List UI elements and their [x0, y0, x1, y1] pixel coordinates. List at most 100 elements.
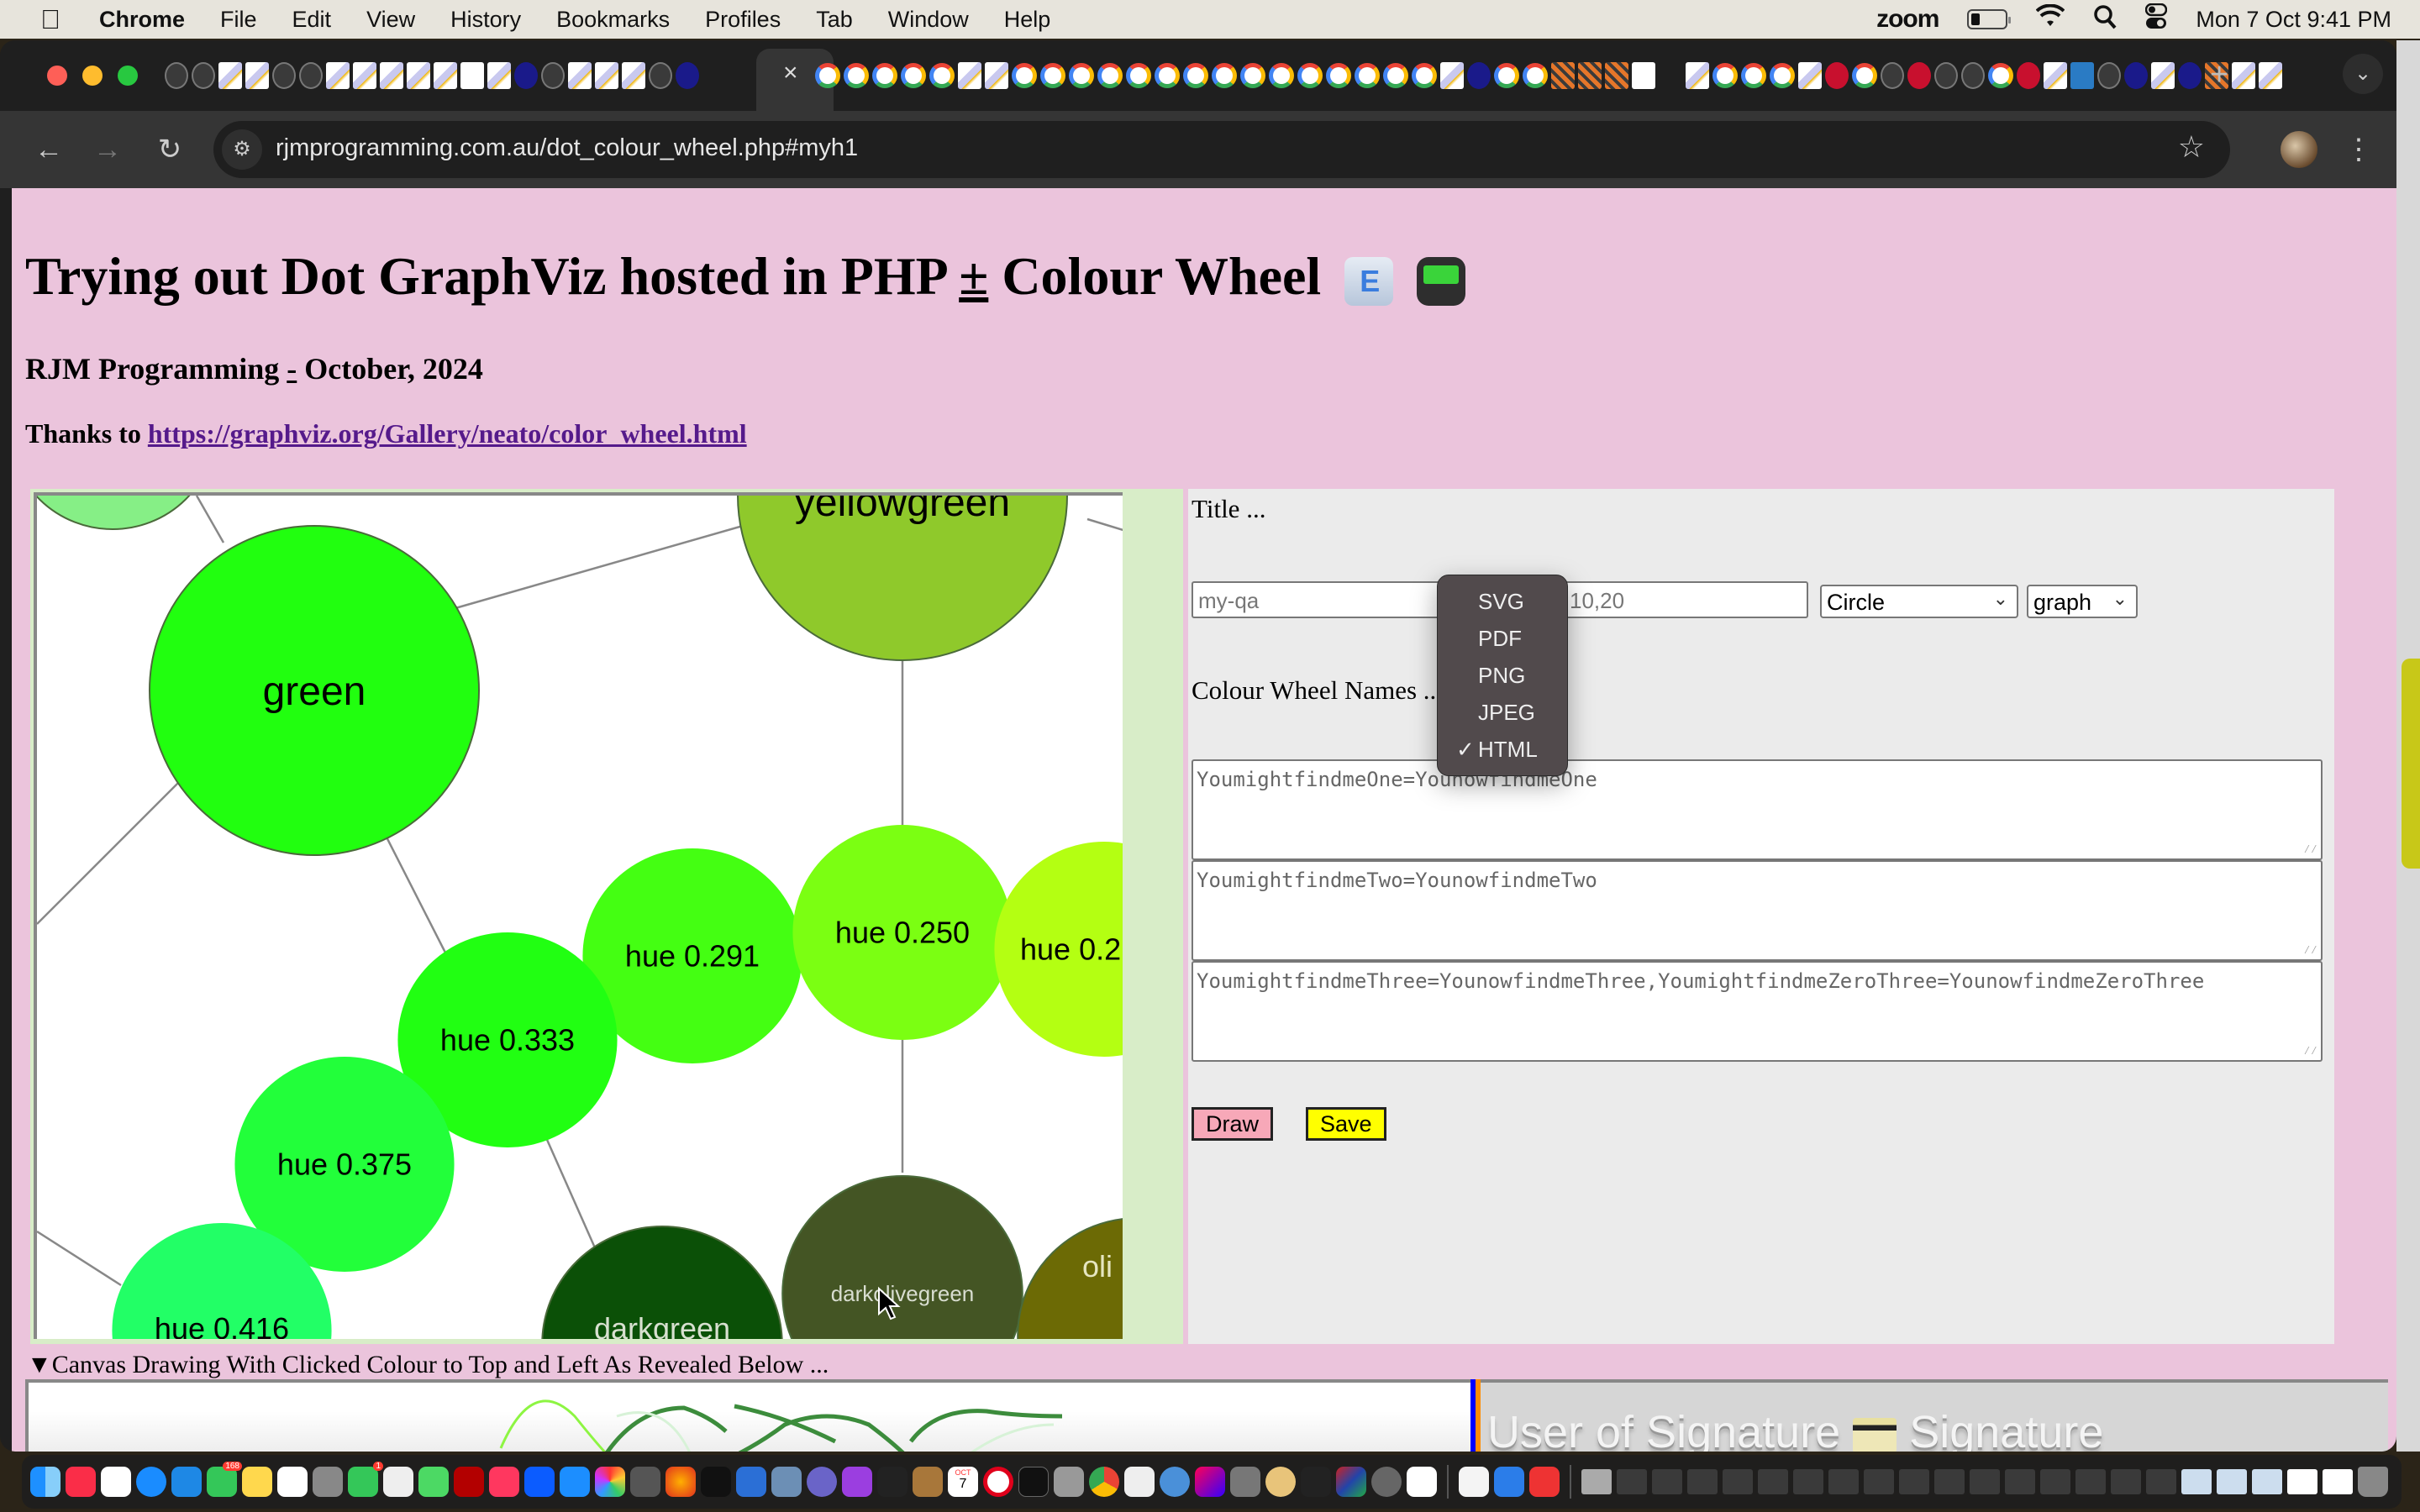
- graph-node-circle[interactable]: [37, 496, 215, 530]
- tab-favicon[interactable]: [460, 62, 484, 89]
- tab-favicon-wikipedia[interactable]: [1881, 62, 1904, 89]
- tab-favicon[interactable]: [2151, 62, 2175, 89]
- console-icon[interactable]: [877, 1467, 908, 1497]
- graph-node-circle[interactable]: [781, 1175, 1023, 1339]
- draw-button[interactable]: Draw: [1192, 1107, 1274, 1141]
- tab-favicon-google[interactable]: [1712, 63, 1738, 88]
- tab-favicon-google[interactable]: [1040, 63, 1065, 88]
- tab-favicon-google[interactable]: [1155, 63, 1180, 88]
- graph-type-select[interactable]: graph ⌄: [2027, 585, 2138, 618]
- minimized-window[interactable]: [1581, 1469, 1612, 1494]
- trash-icon[interactable]: [2358, 1467, 2388, 1497]
- tab-favicon[interactable]: [595, 62, 618, 89]
- minimized-window[interactable]: [2040, 1469, 2070, 1494]
- tab-favicon[interactable]: [649, 62, 672, 89]
- minimized-window[interactable]: [2252, 1469, 2282, 1494]
- minimized-window[interactable]: [1723, 1469, 1753, 1494]
- tab-favicon[interactable]: [622, 62, 645, 89]
- tab-favicon-google[interactable]: [1069, 63, 1094, 88]
- site-info-icon[interactable]: ⚙: [222, 129, 262, 170]
- new-tab-button[interactable]: +: [2210, 57, 2228, 93]
- tab-favicon-google[interactable]: [1523, 63, 1548, 88]
- back-button[interactable]: ←: [29, 129, 69, 170]
- tab-search-button[interactable]: ⌄: [2343, 54, 2383, 94]
- apple-menu-icon[interactable]: : [34, 4, 67, 35]
- graph-node[interactable]: darkgreen: [541, 1226, 783, 1339]
- tab-favicon-google[interactable]: [1183, 63, 1208, 88]
- tab-favicon[interactable]: [2097, 62, 2121, 89]
- zoom-app-icon[interactable]: [524, 1467, 555, 1497]
- tab-favicon-google[interactable]: [1269, 63, 1294, 88]
- fullscreen-window-button[interactable]: [118, 66, 138, 86]
- minimized-window[interactable]: [1793, 1469, 1823, 1494]
- tab-favicon[interactable]: [245, 62, 269, 89]
- tab-favicon[interactable]: [165, 62, 188, 89]
- minimized-window[interactable]: [1864, 1469, 1894, 1494]
- menu-profiles[interactable]: Profiles: [705, 7, 781, 33]
- tab-favicon-settings[interactable]: [299, 62, 323, 89]
- mail-icon[interactable]: [171, 1467, 202, 1497]
- minimized-window[interactable]: [1617, 1469, 1647, 1494]
- document-icon[interactable]: [1124, 1467, 1155, 1497]
- menu-window[interactable]: Window: [888, 7, 969, 33]
- apple-tv-icon[interactable]: [701, 1467, 731, 1497]
- launchpad-icon[interactable]: [313, 1467, 343, 1497]
- email-icon[interactable]: [1344, 257, 1394, 307]
- tab-favicon[interactable]: [568, 62, 592, 89]
- news-icon[interactable]: [489, 1467, 519, 1497]
- tab-favicon[interactable]: [487, 62, 511, 89]
- format-option-svg[interactable]: SVG: [1478, 589, 1524, 615]
- minimized-window[interactable]: [1687, 1469, 1718, 1494]
- tab-favicon-history[interactable]: [272, 62, 296, 89]
- minimized-window[interactable]: [2075, 1469, 2106, 1494]
- calendar-icon[interactable]: OCT 7: [948, 1467, 978, 1497]
- tab-favicon-google[interactable]: [1297, 63, 1323, 88]
- minimized-window[interactable]: [2181, 1469, 2212, 1494]
- title-plusminus-link[interactable]: ±: [959, 246, 988, 306]
- format-option-png[interactable]: PNG: [1478, 663, 1525, 689]
- subtitle-dash-link[interactable]: -: [287, 352, 297, 386]
- tab-favicon-google[interactable]: [1741, 63, 1766, 88]
- save-button[interactable]: Save: [1306, 1107, 1386, 1141]
- triangle-app-icon[interactable]: [1336, 1467, 1366, 1497]
- maps-icon[interactable]: [418, 1467, 449, 1497]
- tab-favicon-google[interactable]: [901, 63, 926, 88]
- facetime-icon[interactable]: 1: [348, 1462, 383, 1497]
- tab-favicon[interactable]: [1467, 62, 1491, 89]
- control-center-icon[interactable]: [2145, 3, 2168, 36]
- graph-node[interactable]: [37, 496, 215, 530]
- tab-favicon[interactable]: [326, 62, 350, 89]
- minimized-window[interactable]: [2217, 1469, 2247, 1494]
- tab-favicon-google[interactable]: [1988, 63, 2013, 88]
- tab-favicon[interactable]: [2232, 62, 2255, 89]
- minimized-window[interactable]: [1934, 1469, 1965, 1494]
- minimized-window[interactable]: [1758, 1469, 1788, 1494]
- tab-favicon-w[interactable]: [2124, 62, 2148, 89]
- minimized-window[interactable]: [1970, 1469, 2000, 1494]
- tab-favicon[interactable]: [2017, 62, 2040, 89]
- bookmark-star-icon[interactable]: ☆: [2178, 129, 2205, 165]
- graph-node[interactable]: yellowgreen: [737, 496, 1068, 661]
- chrome-icon[interactable]: [1089, 1467, 1119, 1497]
- tab-favicon[interactable]: [407, 62, 430, 89]
- tab-favicon[interactable]: [2044, 62, 2067, 89]
- menu-view[interactable]: View: [366, 7, 415, 33]
- close-window-button[interactable]: [47, 66, 67, 86]
- names-textarea-3[interactable]: YoumightfindmeThree=YounowfindmeThree,Yo…: [1192, 961, 2323, 1062]
- format-option-jpeg[interactable]: JPEG: [1478, 700, 1535, 726]
- format-option-pdf[interactable]: PDF: [1478, 626, 1522, 652]
- graph-node[interactable]: hue 0.2: [994, 842, 1123, 1057]
- battery-icon[interactable]: [1967, 9, 2012, 29]
- tab-favicon[interactable]: [2178, 62, 2202, 89]
- tab-favicon[interactable]: [1686, 62, 1709, 89]
- tab-favicon-gmail[interactable]: [1825, 62, 1849, 89]
- minimized-window[interactable]: [2005, 1469, 2035, 1494]
- tab-favicon[interactable]: [985, 62, 1008, 89]
- preview-icon[interactable]: [771, 1467, 802, 1497]
- minimized-window[interactable]: [2323, 1469, 2353, 1494]
- tab-favicon[interactable]: [1440, 62, 1464, 89]
- spotlight-search-icon[interactable]: [2093, 4, 2117, 35]
- drawing-canvas[interactable]: [25, 1379, 1470, 1452]
- tab-favicon-w[interactable]: [1659, 62, 1682, 89]
- music-icon[interactable]: [66, 1467, 96, 1497]
